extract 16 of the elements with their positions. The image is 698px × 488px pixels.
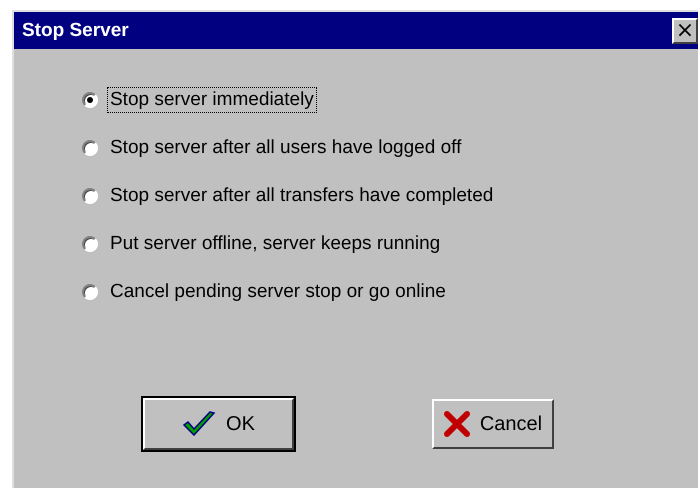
cancel-button[interactable]: Cancel bbox=[432, 399, 554, 449]
window-title: Stop Server bbox=[22, 20, 129, 42]
checkmark-icon bbox=[182, 410, 216, 438]
option-label[interactable]: Cancel pending server stop or go online bbox=[108, 280, 448, 304]
option-label[interactable]: Put server offline, server keeps running bbox=[108, 232, 442, 256]
radio-button[interactable] bbox=[82, 140, 98, 156]
radio-button[interactable] bbox=[82, 236, 98, 252]
radio-button[interactable] bbox=[82, 284, 98, 300]
ok-button[interactable]: OK bbox=[143, 398, 294, 450]
option-label[interactable]: Stop server immediately bbox=[108, 88, 316, 112]
close-button[interactable]: × bbox=[672, 18, 698, 44]
radio-button[interactable] bbox=[82, 92, 98, 108]
option-label[interactable]: Stop server after all users have logged off bbox=[108, 136, 464, 160]
radio-button[interactable] bbox=[82, 188, 98, 204]
cross-icon bbox=[444, 410, 470, 438]
option-label[interactable]: Stop server after all transfers have completed bbox=[108, 184, 496, 208]
